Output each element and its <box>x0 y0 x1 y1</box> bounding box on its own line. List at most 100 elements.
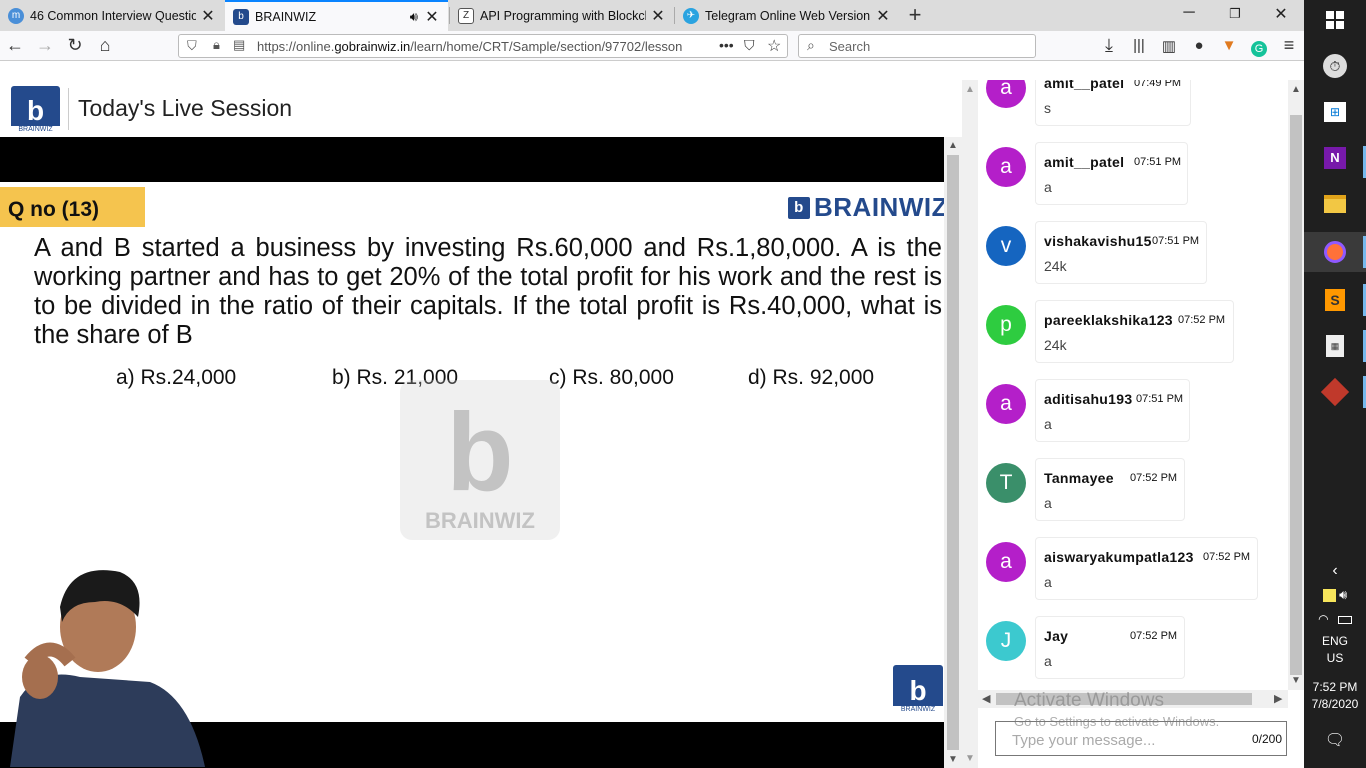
speaker-icon[interactable]: 🔊︎ <box>410 9 418 25</box>
message-text: 24k <box>1044 258 1067 274</box>
avatar: a <box>986 542 1026 582</box>
message-user: amit__patel <box>1044 80 1125 91</box>
close-window-button[interactable]: ✕ <box>1266 4 1296 24</box>
firefox-icon[interactable] <box>1319 236 1351 268</box>
navigation-toolbar: ← → ↻ ⌂ ⛉ 🔒︎ ▤ https://online.gobrainwiz… <box>0 31 1304 61</box>
windows-taskbar: ⏱ ⊞ N S ▦ ‹ 🔊︎ ◠ ENG US 7:52 PM 7/8/2020… <box>1304 0 1366 768</box>
tab-telegram[interactable]: ✈ Telegram Online Web Version ✕ <box>675 0 899 31</box>
back-arrow-icon[interactable]: ← <box>4 35 26 56</box>
language-indicator[interactable]: ENG US <box>1304 634 1366 665</box>
tab-title: API Programming with Blockch <box>480 8 646 23</box>
live-video-player[interactable]: Q no (13) b BRAINWIZ A and B started a b… <box>0 137 944 768</box>
slide-brand-text: BRAINWIZ <box>814 192 944 222</box>
scroll-up-arrow-icon[interactable]: ▲ <box>944 140 962 151</box>
grammarly-icon[interactable]: G <box>1248 36 1270 57</box>
metamask-icon[interactable]: ▼ <box>1218 37 1240 54</box>
action-center-icon[interactable]: 🗨︎ <box>1304 730 1366 750</box>
scroll-left-arrow-icon[interactable]: ◀ <box>982 692 990 705</box>
corner-logo: b BRAINWIZ <box>893 665 943 713</box>
sidebar-icon[interactable]: ▥ <box>1158 37 1180 55</box>
lock-icon[interactable]: 🔒︎ <box>213 37 220 53</box>
scroll-up-arrow-icon[interactable]: ▲ <box>962 84 978 95</box>
url-domain: gobrainwiz.in <box>334 39 411 54</box>
chat-panel: a amit__patel 07:49 PM s a amit__patel 0… <box>978 80 1304 768</box>
video-scrollbar[interactable]: ▲ ▼ <box>944 137 962 768</box>
tab-api-programming[interactable]: Z API Programming with Blockch ✕ <box>450 0 674 31</box>
presenter-video-feed <box>10 570 205 767</box>
download-icon[interactable]: ⤓ <box>1098 35 1120 56</box>
brand-mark-icon: b <box>788 196 810 219</box>
tab-interview-questions[interactable]: m 46 Common Interview Question ✕ <box>0 0 224 31</box>
watermark-mark-icon: b <box>446 391 514 514</box>
avatar: J <box>986 621 1026 661</box>
activate-windows-watermark: Activate Windows <box>1014 690 1164 711</box>
restore-button[interactable]: ❐ <box>1220 6 1250 22</box>
search-input[interactable]: ⌕ Search <box>798 34 1036 58</box>
scroll-down-arrow-icon[interactable]: ▼ <box>1288 675 1304 686</box>
scrollbar-thumb[interactable] <box>1290 115 1302 675</box>
gem-app-icon[interactable] <box>1319 376 1351 408</box>
zotero-favicon-icon: Z <box>458 7 474 24</box>
message-time: 07:52 PM <box>1178 314 1226 326</box>
chat-scrollbar[interactable]: ▲ ▼ <box>1288 80 1304 690</box>
message-text: a <box>1044 179 1052 195</box>
close-tab-icon[interactable]: ✕ <box>200 6 216 26</box>
brainwiz-logo[interactable]: b BRAINWIZ <box>11 86 60 133</box>
scroll-right-arrow-icon[interactable]: ▶ <box>1274 692 1282 705</box>
home-icon[interactable]: ⌂ <box>94 35 116 56</box>
message-user: vishakavishu15 <box>1044 233 1152 249</box>
onenote-icon[interactable]: N <box>1319 142 1351 174</box>
page-info-icon[interactable]: ▤ <box>233 37 245 53</box>
wifi-icon[interactable]: ◠ <box>1318 612 1328 626</box>
sticky-notes-icon[interactable] <box>1322 588 1336 602</box>
file-explorer-icon[interactable] <box>1319 188 1351 220</box>
close-tab-icon[interactable]: ✕ <box>650 6 666 26</box>
avatar: T <box>986 463 1026 503</box>
scrollbar-thumb[interactable] <box>947 155 959 750</box>
new-tab-button[interactable]: + <box>903 2 927 28</box>
scroll-down-arrow-icon[interactable]: ▼ <box>962 753 978 764</box>
avatar: v <box>986 226 1026 266</box>
close-tab-icon[interactable]: ✕ <box>875 6 891 26</box>
pocket-icon[interactable]: ⛉ <box>744 37 755 54</box>
account-icon[interactable]: ● <box>1188 37 1210 54</box>
tab-title: Telegram Online Web Version <box>705 8 871 23</box>
option-c: c) Rs. 80,000 <box>549 366 674 389</box>
reload-icon[interactable]: ↻ <box>64 35 86 56</box>
store-icon[interactable]: ⊞ <box>1319 96 1351 128</box>
message-text: a <box>1044 653 1052 669</box>
presentation-slide: Q no (13) b BRAINWIZ A and B started a b… <box>0 182 944 767</box>
scroll-up-arrow-icon[interactable]: ▲ <box>1288 84 1304 95</box>
windows-start-icon[interactable] <box>1319 4 1351 36</box>
page-actions-menu-icon[interactable]: ••• <box>719 37 734 53</box>
close-tab-icon[interactable]: ✕ <box>424 7 440 27</box>
slide-brand-logo: b BRAINWIZ <box>788 192 944 223</box>
question-text: A and B started a business by investing … <box>34 234 942 349</box>
message-time: 07:51 PM <box>1136 393 1184 405</box>
tray-notes-and-volume: 🔊︎ <box>1304 587 1366 603</box>
minimize-button[interactable]: ─ <box>1174 4 1204 22</box>
page-scrollbar[interactable]: ▲ ▼ <box>962 80 978 768</box>
page-header: b BRAINWIZ Today's Live Session <box>0 80 962 137</box>
cortana-alarm-icon[interactable]: ⏱ <box>1319 50 1351 82</box>
message-user: amit__patel <box>1044 154 1125 170</box>
shield-icon[interactable]: ⛉ <box>187 38 197 54</box>
forward-arrow-icon[interactable]: → <box>34 35 56 56</box>
menu-hamburger-icon[interactable]: ≡ <box>1278 35 1300 56</box>
message-text: a <box>1044 495 1052 511</box>
message-user: Tanmayee <box>1044 470 1114 486</box>
scroll-down-arrow-icon[interactable]: ▼ <box>944 754 962 765</box>
show-hidden-icons-chevron-icon[interactable]: ‹ <box>1304 562 1366 580</box>
url-text[interactable]: https://online.gobrainwiz.in/learn/home/… <box>257 39 717 54</box>
url-bar[interactable]: ⛉ 🔒︎ ▤ https://online.gobrainwiz.in/lear… <box>178 34 788 58</box>
library-icon[interactable]: ||| <box>1128 37 1150 54</box>
sublime-text-icon[interactable]: S <box>1319 284 1351 316</box>
calculator-icon[interactable]: ▦ <box>1319 330 1351 362</box>
bookmark-star-icon[interactable]: ☆ <box>767 36 781 56</box>
tab-brainwiz[interactable]: b BRAINWIZ 🔊︎ ✕ <box>225 0 448 31</box>
clock[interactable]: 7:52 PM 7/8/2020 <box>1304 680 1366 711</box>
page-title: Today's Live Session <box>78 95 293 121</box>
chat-message-input[interactable]: Type your message... 0/200 <box>995 721 1287 756</box>
volume-icon[interactable]: 🔊︎ <box>1339 587 1347 602</box>
battery-icon[interactable] <box>1337 615 1352 624</box>
